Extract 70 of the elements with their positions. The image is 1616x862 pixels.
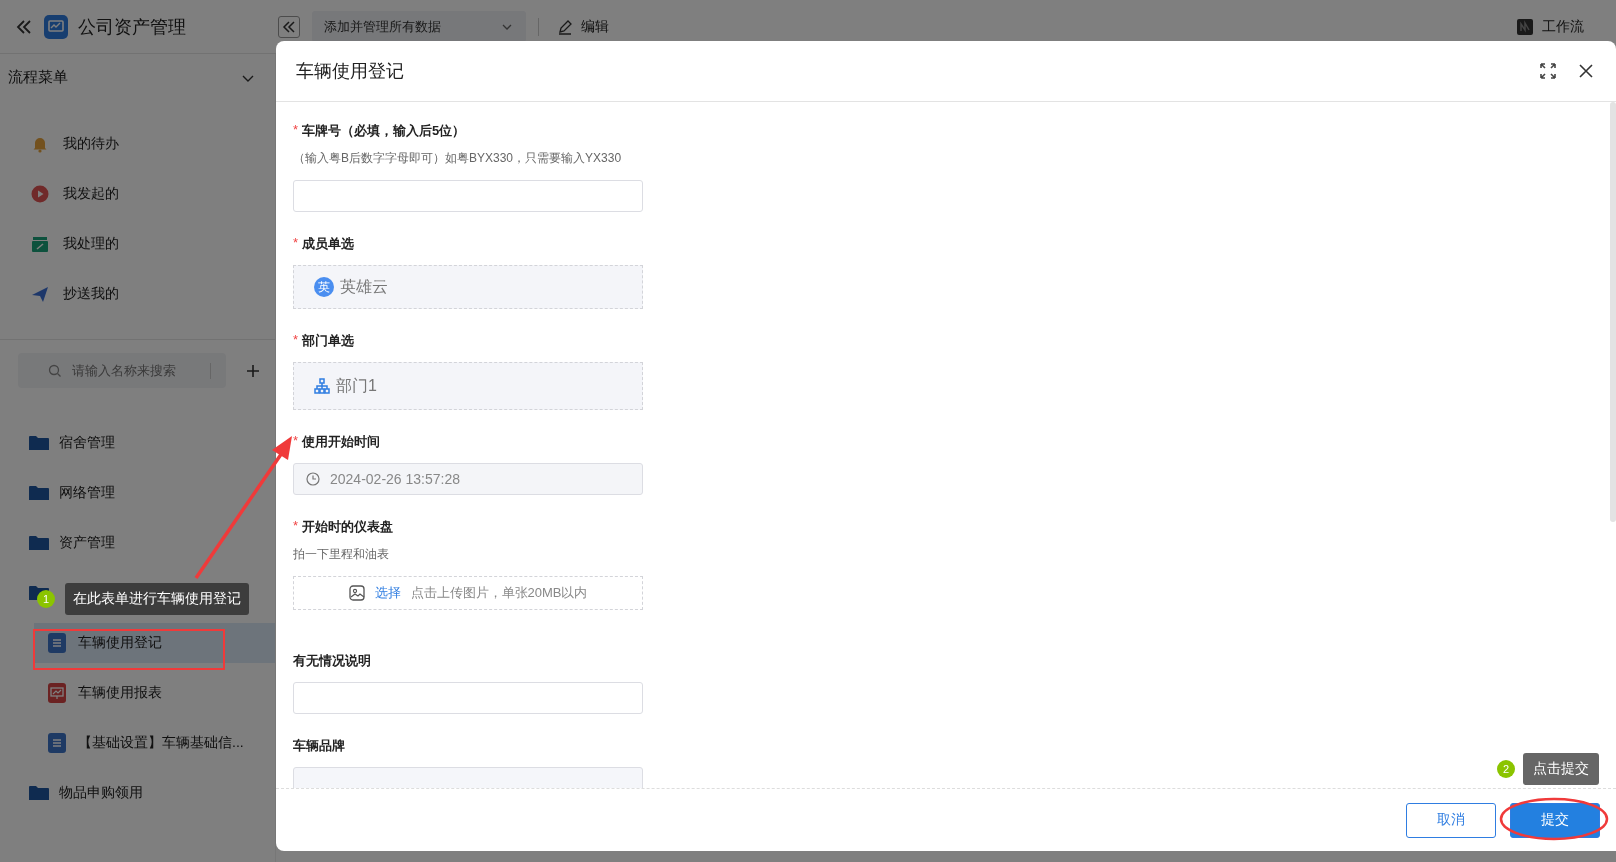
search-field[interactable]: 请输入名称来搜索 [18,353,226,388]
required-mark: * [293,235,299,252]
document-icon [48,733,66,753]
search-icon [48,363,62,378]
edit-button[interactable]: 编辑 [551,16,615,37]
required-mark: * [293,433,299,450]
menu-item[interactable]: 我的待办 [0,119,275,169]
menu-item[interactable]: 抄送我的 [0,269,275,319]
menu-item[interactable]: 我发起的 [0,169,275,219]
cancel-button[interactable]: 取消 [1406,802,1496,838]
folder-icon [29,435,49,451]
required-mark: * [293,518,299,535]
upload-area[interactable]: 选择 点击上传图片，单张20MB以内 [293,576,643,610]
annotation-tooltip: 点击提交 [1523,753,1599,785]
app-logo-icon [44,14,68,39]
annotation-tooltip: 在此表单进行车辆使用登记 [65,583,249,615]
pencil-icon [557,18,573,35]
search-input[interactable]: 请输入名称来搜索 [70,362,202,379]
workflow-button[interactable]: 工作流 [1510,16,1590,37]
required-mark: * [293,332,299,349]
field-label: 有无情况说明 [293,652,371,670]
menu-item[interactable]: 我处理的 [0,219,275,269]
image-icon [348,585,365,601]
datetime-field[interactable]: 2024-02-26 13:57:28 [293,463,643,495]
field-label: 成员单选 [302,235,355,253]
bell-icon [31,135,49,153]
field-hint: （输入粤B后数字字母即可）如粤BYX330，只需要输入YX330 [293,150,623,167]
paper-plane-icon [31,285,49,303]
app-title: 公司资产管理 [78,15,186,39]
org-chart-icon [314,378,330,394]
section-title: 流程菜单 [8,68,68,87]
collapse-button[interactable] [278,15,300,38]
chart-screen-icon [48,683,66,703]
field-label: 开始时的仪表盘 [302,518,394,536]
text-input[interactable] [293,180,643,212]
field-label: 车辆品牌 [293,737,345,755]
workflow-icon [1516,17,1534,36]
field-label: 部门单选 [302,332,355,350]
text-input[interactable] [293,682,643,714]
close-icon[interactable] [1578,63,1594,79]
dialog-title: 车辆使用登记 [296,60,404,83]
folder-icon [29,485,49,501]
form-item[interactable]: 【基础设置】车辆基础信... [34,723,275,763]
add-icon[interactable] [246,363,260,378]
member-tag: 英 英雄云 [306,272,396,302]
field-label: 车牌号（必填，输入后5位） [302,122,466,140]
field-hint: 拍一下里程和油表 [293,546,390,563]
play-icon [31,185,49,203]
submit-button[interactable]: 提交 [1510,802,1600,838]
upload-tip: 点击上传图片，单张20MB以内 [410,584,588,602]
required-mark: * [293,122,299,139]
clock-icon [306,472,320,486]
expand-icon[interactable] [1540,63,1556,79]
folder-icon [29,535,49,551]
department-picker[interactable]: 部门1 [293,362,643,410]
double-chevron-icon [282,19,296,34]
folder-item[interactable]: 物品申购领用 [0,768,275,818]
folder-item[interactable]: 资产管理 [0,518,275,568]
folder-item[interactable]: 网络管理 [0,468,275,518]
member-picker[interactable]: 英 英雄云 [293,265,643,309]
document-icon [48,633,66,653]
folder-item[interactable]: 宿舍管理 [0,418,275,468]
choose-link[interactable]: 选择 [374,584,401,602]
view-select[interactable]: 添加并管理所有数据 [312,11,526,42]
field-label: 使用开始时间 [302,433,381,451]
folder-icon [29,785,49,801]
form-item[interactable]: 车辆使用报表 [34,673,275,713]
form-item[interactable]: 车辆使用登记 [34,623,275,663]
tray-icon [31,235,49,253]
department-tag: 部门1 [306,371,385,401]
